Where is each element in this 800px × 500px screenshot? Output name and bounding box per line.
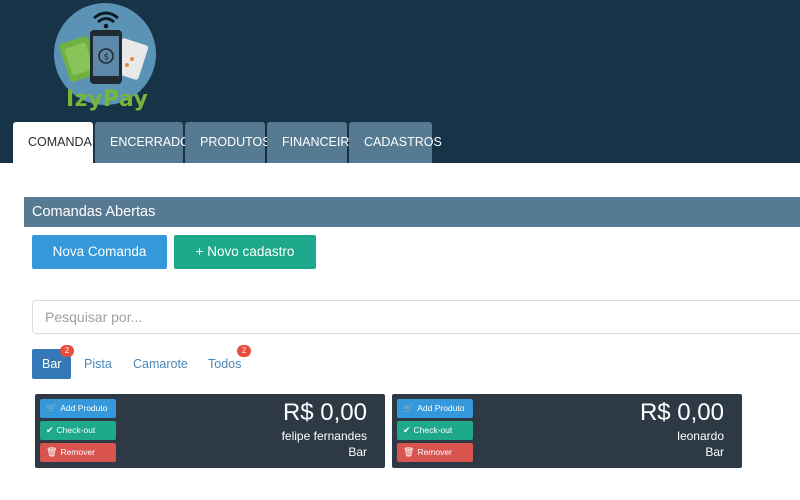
new-register-button[interactable]: + Novo cadastro: [174, 235, 316, 269]
tab-comandas[interactable]: COMANDAS: [13, 122, 100, 163]
filter-todos[interactable]: Todos: [208, 349, 241, 379]
remove-button[interactable]: 🗑 Remover: [397, 443, 473, 462]
add-product-label: Add Produto: [60, 403, 108, 413]
add-product-label: Add Produto: [417, 403, 465, 413]
order-amount: R$ 0,00: [639, 399, 724, 426]
filter-pista[interactable]: Pista: [84, 349, 112, 379]
filter-bar-label: Bar: [42, 357, 62, 371]
remove-label: Remover: [417, 447, 452, 457]
trash-icon: 🗑: [403, 447, 415, 457]
order-amount: R$ 0,00: [282, 399, 367, 426]
add-product-button[interactable]: 🛒 Add Produto: [40, 399, 116, 418]
order-card: 🛒 Add Produto ✔ Check-out 🗑 Remover R$ 0,00…: [35, 394, 385, 468]
svg-text:$: $: [104, 53, 110, 63]
add-product-button[interactable]: 🛒 Add Produto: [397, 399, 473, 418]
remove-label: Remover: [60, 447, 95, 457]
tab-cadastros[interactable]: CADASTROS: [349, 122, 442, 163]
tab-financeiro[interactable]: FINANCEIRO: [267, 122, 359, 163]
remove-button[interactable]: 🗑 Remover: [40, 443, 116, 462]
cart-icon: 🛒: [403, 403, 415, 413]
panel-title: Comandas Abertas: [24, 197, 800, 227]
search-input[interactable]: [32, 300, 800, 334]
tab-produtos[interactable]: PRODUTOS: [185, 122, 271, 163]
checkout-label: Check-out: [56, 425, 96, 435]
new-order-button[interactable]: Nova Comanda: [32, 235, 167, 269]
order-location: Bar: [348, 445, 367, 459]
filter-todos-badge: 2: [237, 345, 251, 357]
trash-icon: 🗑: [46, 447, 58, 457]
customer-name: leonardo: [677, 429, 724, 443]
order-card: 🛒 Add Produto ✔ Check-out 🗑 Remover R$ 0,00…: [392, 394, 742, 468]
cart-icon: 🛒: [46, 403, 58, 413]
izypay-logo: $ IzyPay: [54, 3, 156, 112]
top-header: $ IzyPay COMANDAS ENCERRADOS PRODUTOS FI…: [0, 0, 800, 163]
customer-name: felipe fernandes: [281, 429, 367, 443]
checkout-button[interactable]: ✔ Check-out: [397, 421, 473, 440]
checkout-button[interactable]: ✔ Check-out: [40, 421, 116, 440]
check-icon: ✔: [403, 425, 411, 435]
order-location: Bar: [705, 445, 724, 459]
main-tabs: COMANDAS ENCERRADOS PRODUTOS FINANCEIRO …: [13, 122, 442, 163]
tab-encerrados[interactable]: ENCERRADOS: [95, 122, 198, 163]
filter-bar-badge: 2: [60, 345, 74, 357]
checkout-label: Check-out: [413, 425, 453, 435]
brand-name: IzyPay: [66, 87, 149, 112]
filter-camarote[interactable]: Camarote: [133, 349, 188, 379]
check-icon: ✔: [46, 425, 54, 435]
